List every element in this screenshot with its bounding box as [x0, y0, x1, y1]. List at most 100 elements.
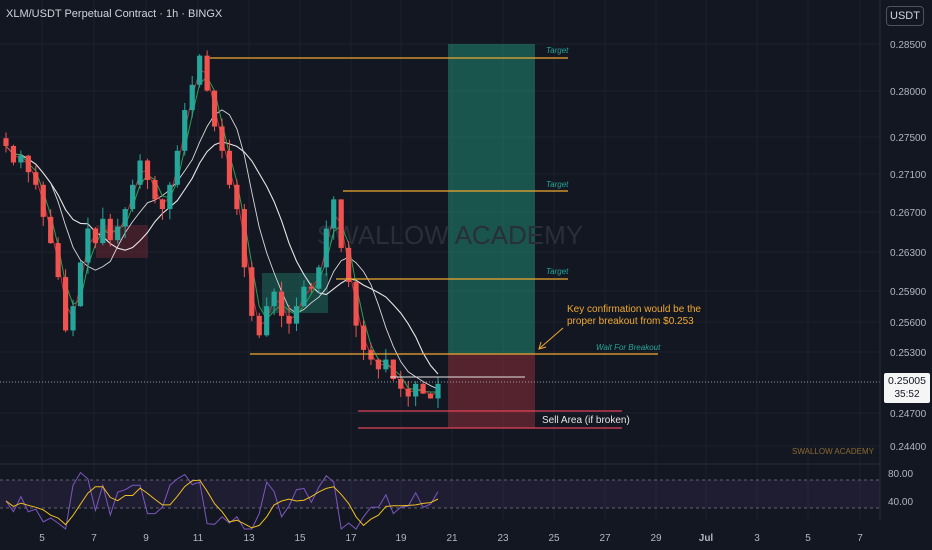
candle [3, 138, 9, 146]
time-tick: 15 [294, 533, 306, 544]
candle [241, 209, 247, 268]
stop-zone [448, 354, 535, 428]
candle [271, 291, 277, 307]
candle [390, 359, 396, 380]
candle [435, 383, 441, 399]
price-tick: 0.28500 [890, 40, 927, 51]
price-tick: 0.28000 [890, 87, 927, 98]
price-tick: 0.26700 [890, 208, 927, 219]
candle [323, 228, 329, 268]
wait-label: Wait For Breakout [596, 343, 661, 352]
candle [33, 172, 39, 185]
time-tick: 9 [143, 533, 149, 544]
candle [219, 126, 225, 151]
candle [122, 209, 128, 227]
candle [226, 150, 233, 185]
price-tick: 0.25300 [890, 348, 927, 359]
candle [331, 199, 337, 229]
time-tick: 17 [345, 533, 357, 544]
time-tick: 27 [599, 533, 611, 544]
candle [353, 281, 359, 326]
candle [174, 150, 180, 185]
last-price-value: 0.25005 [888, 375, 926, 387]
candle [18, 155, 24, 163]
candle [234, 184, 240, 210]
candle [137, 160, 143, 185]
target-label-3: Target [546, 267, 569, 276]
candle [383, 359, 389, 370]
candle [144, 160, 151, 180]
price-chart[interactable]: SWALLOW ACADEMY SWALLOW ACADEMY Target T… [0, 0, 932, 550]
last-price-tag: 0.25005 35:52 [884, 373, 930, 403]
watermark: SWALLOW ACADEMY [317, 220, 583, 250]
candle [204, 55, 210, 91]
time-tick: 7 [857, 533, 863, 544]
time-tick: 19 [395, 533, 407, 544]
price-tick: 0.24700 [890, 409, 927, 420]
target-label-1: Target [546, 46, 569, 55]
candle [107, 218, 113, 241]
note-line-2: proper breakout from $0.253 [567, 316, 694, 327]
candle [427, 393, 434, 399]
price-tick: 0.27100 [890, 170, 927, 181]
time-tick: 21 [446, 533, 458, 544]
candle [338, 199, 344, 248]
candle [375, 359, 382, 370]
candle [278, 291, 285, 316]
candle [301, 286, 307, 307]
candle [182, 110, 188, 151]
rsi-band [0, 480, 880, 508]
candle [346, 247, 352, 282]
countdown: 35:52 [894, 389, 920, 400]
candle [398, 379, 404, 389]
candle [360, 325, 367, 350]
candle [100, 218, 106, 244]
sell-label: Sell Area (if broken) [542, 415, 630, 426]
time-tick: 23 [497, 533, 509, 544]
price-tick: 0.25900 [890, 287, 927, 298]
watermark-small: SWALLOW ACADEMY [792, 447, 875, 456]
candle [405, 388, 411, 397]
candle [264, 306, 270, 336]
candle [167, 184, 173, 210]
candle [77, 262, 84, 307]
rsi-tick-40: 40.00 [888, 497, 913, 508]
candle [152, 179, 158, 200]
candle [92, 228, 98, 244]
candle [55, 243, 61, 278]
time-tick: 11 [193, 533, 204, 544]
candle [10, 145, 17, 163]
note-line-1: Key confirmation would be the [567, 304, 701, 315]
time-tick: 13 [243, 533, 255, 544]
candle [85, 228, 91, 263]
candle [189, 84, 195, 111]
candle [115, 226, 121, 241]
candle [413, 383, 419, 397]
candle [197, 55, 203, 85]
candle [130, 184, 136, 210]
time-tick: 25 [548, 533, 560, 544]
target-label-2: Target [546, 180, 569, 189]
time-tick: 5 [805, 533, 811, 544]
candle [316, 267, 322, 289]
price-tick: 0.26300 [890, 248, 927, 259]
candle [25, 155, 31, 173]
time-tick: 29 [650, 533, 662, 544]
candle [40, 184, 46, 217]
candle [159, 199, 166, 210]
candle [70, 306, 76, 331]
chart-title: XLM/USDT Perpetual Contract · 1h · BINGX [6, 8, 223, 20]
price-tick: 0.25600 [890, 318, 927, 329]
candle [293, 306, 300, 324]
time-tick: 7 [91, 533, 97, 544]
candle [48, 216, 54, 244]
candle [256, 315, 262, 336]
candle [286, 315, 292, 324]
candle [249, 267, 255, 316]
price-tick: 0.27500 [890, 133, 927, 144]
currency-button[interactable]: USDT [886, 6, 924, 26]
rsi-tick-80: 80.00 [888, 469, 913, 480]
candle [308, 286, 314, 289]
candle [420, 383, 426, 394]
time-tick: 5 [39, 533, 45, 544]
